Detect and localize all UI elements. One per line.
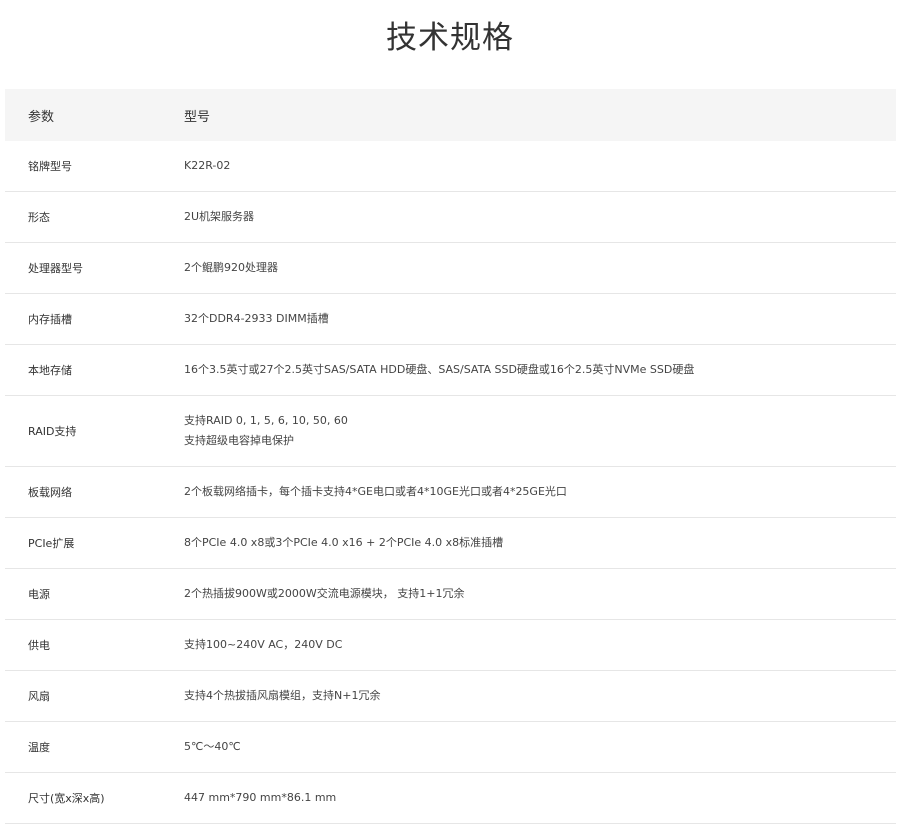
row-value: 2个鲲鹏920处理器 bbox=[161, 258, 278, 278]
table-header: 参数 型号 bbox=[5, 89, 896, 141]
row-param: RAID支持 bbox=[28, 425, 77, 438]
row-value-line: 8个PCIe 4.0 x8或3个PCIe 4.0 x16 + 2个PCIe 4.… bbox=[184, 536, 504, 549]
table-row: RAID支持 支持RAID 0, 1, 5, 6, 10, 50, 60 支持超… bbox=[5, 396, 896, 467]
row-value-line: 支持4个热拔插风扇模组，支持N+1冗余 bbox=[184, 689, 381, 702]
table-row: 铭牌型号 K22R-02 bbox=[5, 141, 896, 192]
table-row: PCIe扩展 8个PCIe 4.0 x8或3个PCIe 4.0 x16 + 2个… bbox=[5, 518, 896, 569]
row-param: 本地存储 bbox=[28, 364, 72, 377]
row-param: 风扇 bbox=[28, 690, 50, 703]
row-value-line: 5℃～40℃ bbox=[184, 740, 241, 753]
row-param: PCIe扩展 bbox=[28, 537, 75, 550]
row-value: 支持RAID 0, 1, 5, 6, 10, 50, 60 支持超级电容掉电保护 bbox=[161, 411, 348, 451]
row-param: 电源 bbox=[28, 588, 50, 601]
table-row: 本地存储 16个3.5英寸或27个2.5英寸SAS/SATA HDD硬盘、SAS… bbox=[5, 345, 896, 396]
table-row: 风扇 支持4个热拔插风扇模组，支持N+1冗余 bbox=[5, 671, 896, 722]
row-param: 供电 bbox=[28, 639, 50, 652]
row-value: 5℃～40℃ bbox=[161, 737, 241, 757]
row-value-line: 2个板载网络插卡，每个插卡支持4*GE电口或者4*10GE光口或者4*25GE光… bbox=[184, 485, 567, 498]
row-value: 支持100~240V AC，240V DC bbox=[161, 635, 342, 655]
table-row: 处理器型号 2个鲲鹏920处理器 bbox=[5, 243, 896, 294]
table-row: 形态 2U机架服务器 bbox=[5, 192, 896, 243]
row-value: 2U机架服务器 bbox=[161, 207, 254, 227]
row-param: 内存插槽 bbox=[28, 313, 72, 326]
row-value-line: 2U机架服务器 bbox=[184, 210, 255, 223]
table-row: 板载网络 2个板载网络插卡，每个插卡支持4*GE电口或者4*10GE光口或者4*… bbox=[5, 467, 896, 518]
row-value-line: 16个3.5英寸或27个2.5英寸SAS/SATA HDD硬盘、SAS/SATA… bbox=[184, 363, 695, 376]
row-value-line: 支持超级电容掉电保护 bbox=[184, 434, 294, 447]
table-row: 尺寸(宽x深x高) 447 mm*790 mm*86.1 mm bbox=[5, 773, 896, 824]
row-param: 处理器型号 bbox=[28, 262, 83, 275]
row-param: 形态 bbox=[28, 211, 50, 224]
table-row: 供电 支持100~240V AC，240V DC bbox=[5, 620, 896, 671]
row-value-line: 支持100~240V AC，240V DC bbox=[184, 638, 343, 651]
row-value-line: 447 mm*790 mm*86.1 mm bbox=[184, 791, 337, 804]
row-value: 16个3.5英寸或27个2.5英寸SAS/SATA HDD硬盘、SAS/SATA… bbox=[161, 360, 694, 380]
row-value-line: K22R-02 bbox=[184, 159, 231, 172]
row-value: 支持4个热拔插风扇模组，支持N+1冗余 bbox=[161, 686, 380, 706]
row-param: 板载网络 bbox=[28, 486, 72, 499]
row-value-line: 2个鲲鹏920处理器 bbox=[184, 261, 278, 274]
row-value: 32个DDR4-2933 DIMM插槽 bbox=[161, 309, 329, 329]
spec-table: 参数 型号 铭牌型号 K22R-02 形态 2U机架服务器 处理器型号 2个鲲鹏… bbox=[5, 89, 896, 824]
row-value: 2个热插拔900W或2000W交流电源模块， 支持1+1冗余 bbox=[161, 584, 464, 604]
header-param: 参数 bbox=[28, 109, 55, 125]
row-param: 尺寸(宽x深x高) bbox=[28, 792, 105, 805]
table-row: 温度 5℃～40℃ bbox=[5, 722, 896, 773]
row-value: 2个板载网络插卡，每个插卡支持4*GE电口或者4*10GE光口或者4*25GE光… bbox=[161, 482, 567, 502]
row-value: 8个PCIe 4.0 x8或3个PCIe 4.0 x16 + 2个PCIe 4.… bbox=[161, 533, 503, 553]
row-value-line: 2个热插拔900W或2000W交流电源模块， 支持1+1冗余 bbox=[184, 587, 465, 600]
table-row: 电源 2个热插拔900W或2000W交流电源模块， 支持1+1冗余 bbox=[5, 569, 896, 620]
row-value: 447 mm*790 mm*86.1 mm bbox=[161, 788, 336, 808]
row-value: K22R-02 bbox=[161, 156, 230, 176]
row-param: 温度 bbox=[28, 741, 50, 754]
page-title: 技术规格 bbox=[386, 20, 514, 56]
row-value-line: 32个DDR4-2933 DIMM插槽 bbox=[184, 312, 329, 325]
row-param: 铭牌型号 bbox=[28, 160, 72, 173]
row-value-line: 支持RAID 0, 1, 5, 6, 10, 50, 60 bbox=[184, 414, 348, 427]
table-row: 内存插槽 32个DDR4-2933 DIMM插槽 bbox=[5, 294, 896, 345]
header-value: 型号 bbox=[184, 109, 211, 125]
